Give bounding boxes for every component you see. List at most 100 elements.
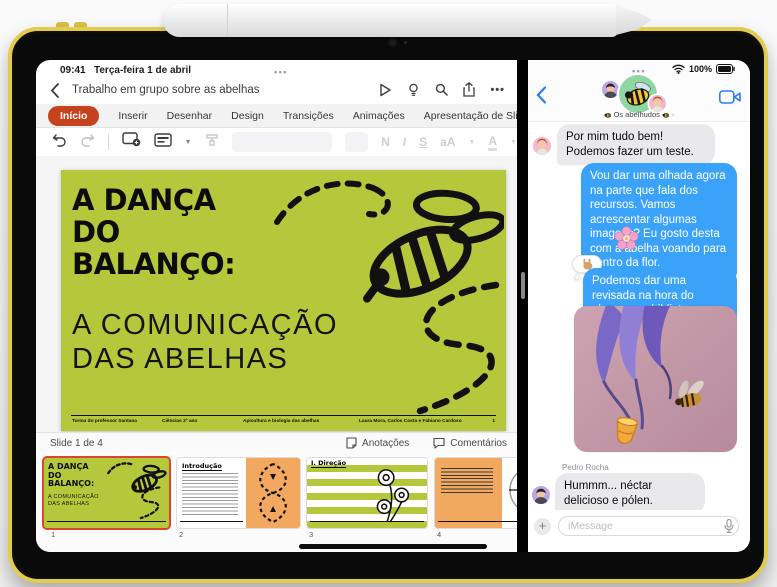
slide-1[interactable]: A DANÇA DO BALANÇO: A COMUNICAÇÃO DAS AB…	[61, 170, 506, 431]
tab-inicio[interactable]: Início	[48, 106, 99, 126]
ribbon-tabs: Início Inserir Desenhar Design Transiçõe…	[36, 104, 517, 128]
conversation-area[interactable]: Por mim tudo bem! Podemos fazer um teste…	[528, 122, 750, 512]
thumbnail-number: 3	[309, 530, 313, 539]
group-name-row[interactable]: Os abelhudos ›	[528, 110, 750, 119]
font-size-button[interactable]: aA	[440, 135, 455, 149]
document-title: Trabalho em grupo sobre as abelhas	[72, 84, 260, 96]
chevron-down-icon: ▼	[185, 139, 192, 146]
screen: 09:41 Terça-feira 1 de abril ••• Trabalh…	[36, 60, 750, 552]
avatar-member-pedro[interactable]	[602, 81, 619, 98]
thumbnail-1[interactable]: A DANÇA DO BALANÇO: A COMUNICAÇÃO DAS AB…	[44, 458, 169, 528]
front-camera	[388, 38, 397, 47]
font-name-box[interactable]	[232, 132, 332, 152]
back-icon[interactable]	[536, 86, 546, 109]
messages-app: ••• 100%	[528, 60, 750, 552]
split-view-handle[interactable]	[521, 272, 525, 299]
comment-icon	[433, 437, 445, 449]
tab-apresentacao[interactable]: Apresentação de Slides	[424, 110, 517, 122]
thumbnail-number: 2	[179, 530, 183, 539]
thumb3-flowers	[361, 466, 419, 524]
more-options-icon[interactable]: •••	[490, 84, 505, 96]
undo-icon[interactable]	[52, 133, 67, 152]
footer-subject: Ciências 2º ano	[162, 419, 197, 424]
redo-icon[interactable]	[80, 133, 95, 152]
status-date: Terça-feira 1 de abril	[94, 65, 191, 76]
thumb-footer-line	[47, 521, 166, 524]
font-color-button[interactable]: A	[488, 134, 497, 151]
avatar-sender-pedro	[532, 486, 550, 504]
divider	[108, 134, 109, 150]
apple-pencil	[163, 4, 618, 37]
tab-design[interactable]: Design	[231, 110, 264, 122]
slide-title[interactable]: A DANÇA DO BALANÇO:	[72, 184, 235, 280]
dashed-path-mini	[121, 486, 165, 520]
tab-desenhar[interactable]: Desenhar	[167, 110, 213, 122]
notes-icon	[346, 437, 357, 449]
thumbnail-number: 1	[51, 530, 55, 539]
footer-class: Turma do professor Santana	[72, 419, 137, 424]
layout-icon[interactable]	[154, 133, 172, 152]
battery-percent: 100%	[689, 64, 712, 74]
thumb-footer-line	[180, 521, 243, 524]
format-painter-icon[interactable]	[205, 133, 219, 152]
split-view-divider[interactable]	[517, 60, 528, 552]
notes-button[interactable]: Anotações	[346, 437, 409, 449]
bold-button[interactable]: N	[381, 135, 390, 149]
message-sent-1[interactable]: Vou dar uma olhada agora na parte que fa…	[581, 163, 737, 277]
tab-inserir[interactable]: Inserir	[118, 110, 147, 122]
scene: 09:41 Terça-feira 1 de abril ••• Trabalh…	[0, 0, 777, 587]
clock: 09:41	[60, 65, 86, 76]
back-icon[interactable]	[50, 83, 59, 103]
present-icon[interactable]	[378, 83, 392, 97]
slide-canvas[interactable]: A DANÇA DO BALANÇO: A COMUNICAÇÃO DAS AB…	[36, 156, 517, 432]
message-received-1[interactable]: Por mim tudo bem! Podemos fazer um teste…	[557, 124, 715, 165]
thumb-footer-line	[310, 521, 424, 524]
message-received-2[interactable]: Hummm... néctar delicioso e pólen.	[555, 473, 705, 514]
slide-counter: Slide 1 de 4	[50, 438, 103, 449]
messages-header: ••• 100%	[528, 60, 750, 122]
thumb1-subtitle: A COMUNICAÇÃO DAS ABELHAS	[48, 494, 99, 507]
photo-message-bee-flower[interactable]	[574, 306, 737, 452]
thumb1-title: A DANÇA DO BALANÇO:	[48, 463, 94, 489]
italic-button[interactable]: I	[403, 135, 406, 149]
thumbnail-4[interactable]	[435, 458, 517, 528]
share-icon[interactable]	[463, 82, 475, 97]
tab-transicoes[interactable]: Transições	[283, 110, 334, 122]
imessage-input[interactable]	[558, 516, 739, 536]
group-name: Os abelhudos	[614, 110, 660, 119]
dashed-flight-path	[354, 279, 504, 419]
chevron-down-icon: ▼	[510, 139, 517, 146]
ribbon-toolbar: ▼ N I S aA ▼ A ▼	[36, 128, 517, 156]
wifi-icon	[672, 64, 685, 74]
chevron-right-icon: ›	[672, 110, 675, 119]
slide-page-number: 1	[492, 419, 495, 424]
powerpoint-titlebar: Trabalho em grupo sobre as abelhas •••	[36, 80, 517, 104]
bee-emoji	[604, 111, 612, 119]
home-indicator[interactable]	[299, 544, 487, 549]
slide-subtitle[interactable]: A COMUNICAÇÃO DAS ABELHAS	[72, 308, 338, 376]
add-attachment-button[interactable]: +	[534, 518, 551, 535]
new-slide-icon[interactable]	[122, 132, 141, 152]
font-size-box[interactable]	[345, 132, 368, 152]
footer-authors: Laura Mora, Carlos Costa e Fabiano Cardo…	[359, 419, 462, 424]
tapback-tail	[574, 274, 580, 280]
comments-button[interactable]: Comentários	[433, 437, 507, 449]
thumbnail-2[interactable]: Introdução	[177, 458, 300, 528]
lightbulb-icon[interactable]	[407, 83, 420, 97]
search-icon[interactable]	[435, 83, 448, 96]
footer-topic: Apicultura e biologia das abelhas	[243, 419, 319, 424]
tab-animacoes[interactable]: Animações	[353, 110, 405, 122]
slide-status-bar: Slide 1 de 4 Anotações Comentários	[36, 432, 517, 454]
thumbnail-3[interactable]: I. Direção	[307, 458, 427, 528]
facetime-video-icon[interactable]	[719, 90, 741, 109]
thumbnail-number: 4	[437, 530, 441, 539]
message-input-row: +	[528, 510, 750, 552]
bee-emoji	[662, 111, 670, 119]
flower-emoji-sticker[interactable]	[614, 226, 639, 251]
pencil-cap-seam	[227, 4, 228, 37]
powerpoint-app: 09:41 Terça-feira 1 de abril ••• Trabalh…	[36, 60, 517, 552]
underline-button[interactable]: S	[419, 135, 427, 149]
multitask-menu-left[interactable]: •••	[274, 67, 288, 77]
mic-icon[interactable]	[724, 519, 734, 538]
slide-footer: Turma do professor Santana Ciências 2º a…	[71, 415, 496, 427]
